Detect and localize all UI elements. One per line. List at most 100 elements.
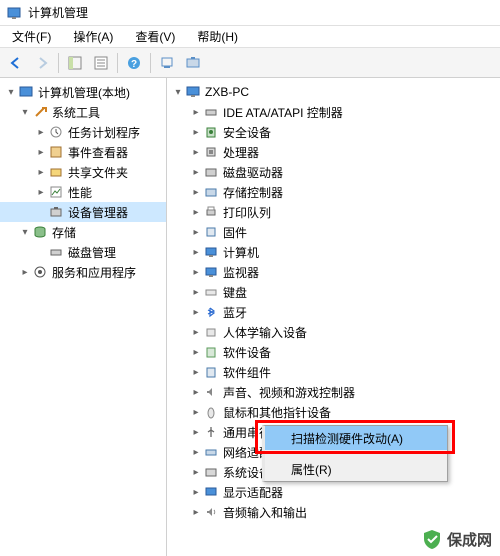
hid-icon xyxy=(203,324,219,340)
services-icon xyxy=(32,264,48,280)
tree-item-scheduler[interactable]: ▸ 任务计划程序 xyxy=(0,122,166,142)
perf-icon xyxy=(48,184,64,200)
device-label: 软件组件 xyxy=(223,364,271,381)
device-category[interactable]: ▸ 存储控制器 xyxy=(167,182,500,202)
collapse-icon[interactable]: ▾ xyxy=(18,225,32,239)
device-category[interactable]: ▸计算机 xyxy=(167,242,500,262)
device-icon xyxy=(48,204,64,220)
expand-icon[interactable]: ▸ xyxy=(189,165,203,179)
separator xyxy=(267,453,445,454)
device-label: 处理器 xyxy=(223,144,259,161)
device-category[interactable]: ▸安全设备 xyxy=(167,122,500,142)
device-category[interactable]: ▸ 磁盘驱动器 xyxy=(167,162,500,182)
device-label: 蓝牙 xyxy=(223,304,247,321)
tree-storage[interactable]: ▾ 存储 xyxy=(0,222,166,242)
device-label: IDE ATA/ATAPI 控制器 xyxy=(223,104,343,121)
computer-icon xyxy=(203,244,219,260)
device-category[interactable]: ▸鼠标和其他指针设备 xyxy=(167,402,500,422)
expand-icon[interactable]: ▸ xyxy=(34,125,48,139)
device-category[interactable]: ▸软件设备 xyxy=(167,342,500,362)
device-category[interactable]: ▸固件 xyxy=(167,222,500,242)
expand-icon[interactable]: ▸ xyxy=(189,285,203,299)
device-label: 声音、视频和游戏控制器 xyxy=(223,384,355,401)
expand-icon[interactable]: ▸ xyxy=(189,205,203,219)
event-icon xyxy=(48,144,64,160)
expand-icon[interactable]: ▸ xyxy=(189,145,203,159)
expand-icon[interactable]: ▸ xyxy=(189,105,203,119)
expand-icon[interactable]: ▸ xyxy=(189,445,203,459)
menu-view[interactable]: 查看(V) xyxy=(129,26,181,47)
context-menu: 扫描检测硬件改动(A) 属性(R) xyxy=(262,425,448,482)
expand-icon[interactable]: ▸ xyxy=(34,185,48,199)
tree-item-eventviewer[interactable]: ▸ 事件查看器 xyxy=(0,142,166,162)
ctx-scan-hardware[interactable]: 扫描检测硬件改动(A) xyxy=(265,426,447,450)
display-icon xyxy=(203,484,219,500)
device-category[interactable]: ▸ 声音、视频和游戏控制器 xyxy=(167,382,500,402)
expand-icon[interactable]: ▸ xyxy=(34,145,48,159)
menu-action[interactable]: 操作(A) xyxy=(67,26,119,47)
blank xyxy=(34,245,48,259)
separator xyxy=(58,53,59,73)
keyboard-icon xyxy=(203,284,219,300)
device-label: 磁盘驱动器 xyxy=(223,164,283,181)
help-button[interactable]: ? xyxy=(122,51,146,75)
expand-icon[interactable]: ▸ xyxy=(189,125,203,139)
device-label: 监视器 xyxy=(223,264,259,281)
expand-icon[interactable]: ▸ xyxy=(189,325,203,339)
device-category[interactable]: ▸ 人体学输入设备 xyxy=(167,322,500,342)
collapse-icon[interactable]: ▾ xyxy=(171,85,185,99)
collapse-icon[interactable]: ▾ xyxy=(18,105,32,119)
tree-item-devicemgr[interactable]: 设备管理器 xyxy=(0,202,166,222)
scan-hardware-button[interactable] xyxy=(181,51,205,75)
expand-icon[interactable]: ▸ xyxy=(34,165,48,179)
device-category[interactable]: ▸ 监视器 xyxy=(167,262,500,282)
properties-button[interactable] xyxy=(89,51,113,75)
ctx-properties[interactable]: 属性(R) xyxy=(265,457,447,481)
expand-icon[interactable]: ▸ xyxy=(189,385,203,399)
device-label: 人体学输入设备 xyxy=(223,324,307,341)
expand-icon[interactable]: ▸ xyxy=(189,185,203,199)
expand-icon[interactable]: ▸ xyxy=(189,305,203,319)
tree-label: 计算机管理(本地) xyxy=(38,84,130,101)
expand-icon[interactable]: ▸ xyxy=(189,245,203,259)
tree-services[interactable]: ▸ 服务和应用程序 xyxy=(0,262,166,282)
expand-icon[interactable]: ▸ xyxy=(18,265,32,279)
tree-root[interactable]: ▾ 计算机管理(本地) xyxy=(0,82,166,102)
expand-icon[interactable]: ▸ xyxy=(189,465,203,479)
expand-icon[interactable]: ▸ xyxy=(189,365,203,379)
tree-label: 性能 xyxy=(68,184,92,201)
tree-systools[interactable]: ▾ 系统工具 xyxy=(0,102,166,122)
device-tree: ▾ ZXB-PC ▸IDE ATA/ATAPI 控制器▸安全设备▸处理器▸磁盘驱… xyxy=(167,78,500,556)
clock-icon xyxy=(48,124,64,140)
expand-icon[interactable]: ▸ xyxy=(189,345,203,359)
menu-help[interactable]: 帮助(H) xyxy=(191,26,244,47)
forward-button[interactable] xyxy=(30,51,54,75)
expand-icon[interactable]: ▸ xyxy=(189,425,203,439)
device-button[interactable] xyxy=(155,51,179,75)
tree-label: 事件查看器 xyxy=(68,144,128,161)
device-category[interactable]: ▸打印队列 xyxy=(167,202,500,222)
disk-icon xyxy=(48,244,64,260)
device-category[interactable]: ▸键盘 xyxy=(167,282,500,302)
expand-icon[interactable]: ▸ xyxy=(189,405,203,419)
expand-icon[interactable]: ▸ xyxy=(189,505,203,519)
tree-item-perf[interactable]: ▸ 性能 xyxy=(0,182,166,202)
device-category[interactable]: ▸ 软件组件 xyxy=(167,362,500,382)
show-hide-button[interactable] xyxy=(63,51,87,75)
device-category[interactable]: ▸ IDE ATA/ATAPI 控制器 xyxy=(167,102,500,122)
separator xyxy=(117,53,118,73)
expand-icon[interactable]: ▸ xyxy=(189,225,203,239)
expand-icon[interactable]: ▸ xyxy=(189,485,203,499)
device-category[interactable]: ▸ 处理器 xyxy=(167,142,500,162)
device-category[interactable]: ▸音频输入和输出 xyxy=(167,502,500,522)
expand-icon[interactable]: ▸ xyxy=(189,265,203,279)
device-category[interactable]: ▸显示适配器 xyxy=(167,482,500,502)
device-root[interactable]: ▾ ZXB-PC xyxy=(167,82,500,102)
collapse-icon[interactable]: ▾ xyxy=(4,85,18,99)
menu-file[interactable]: 文件(F) xyxy=(6,26,57,47)
tree-item-shared[interactable]: ▸ 共享文件夹 xyxy=(0,162,166,182)
device-category[interactable]: ▸ 蓝牙 xyxy=(167,302,500,322)
device-label: 存储控制器 xyxy=(223,184,283,201)
back-button[interactable] xyxy=(4,51,28,75)
tree-item-diskmgmt[interactable]: 磁盘管理 xyxy=(0,242,166,262)
